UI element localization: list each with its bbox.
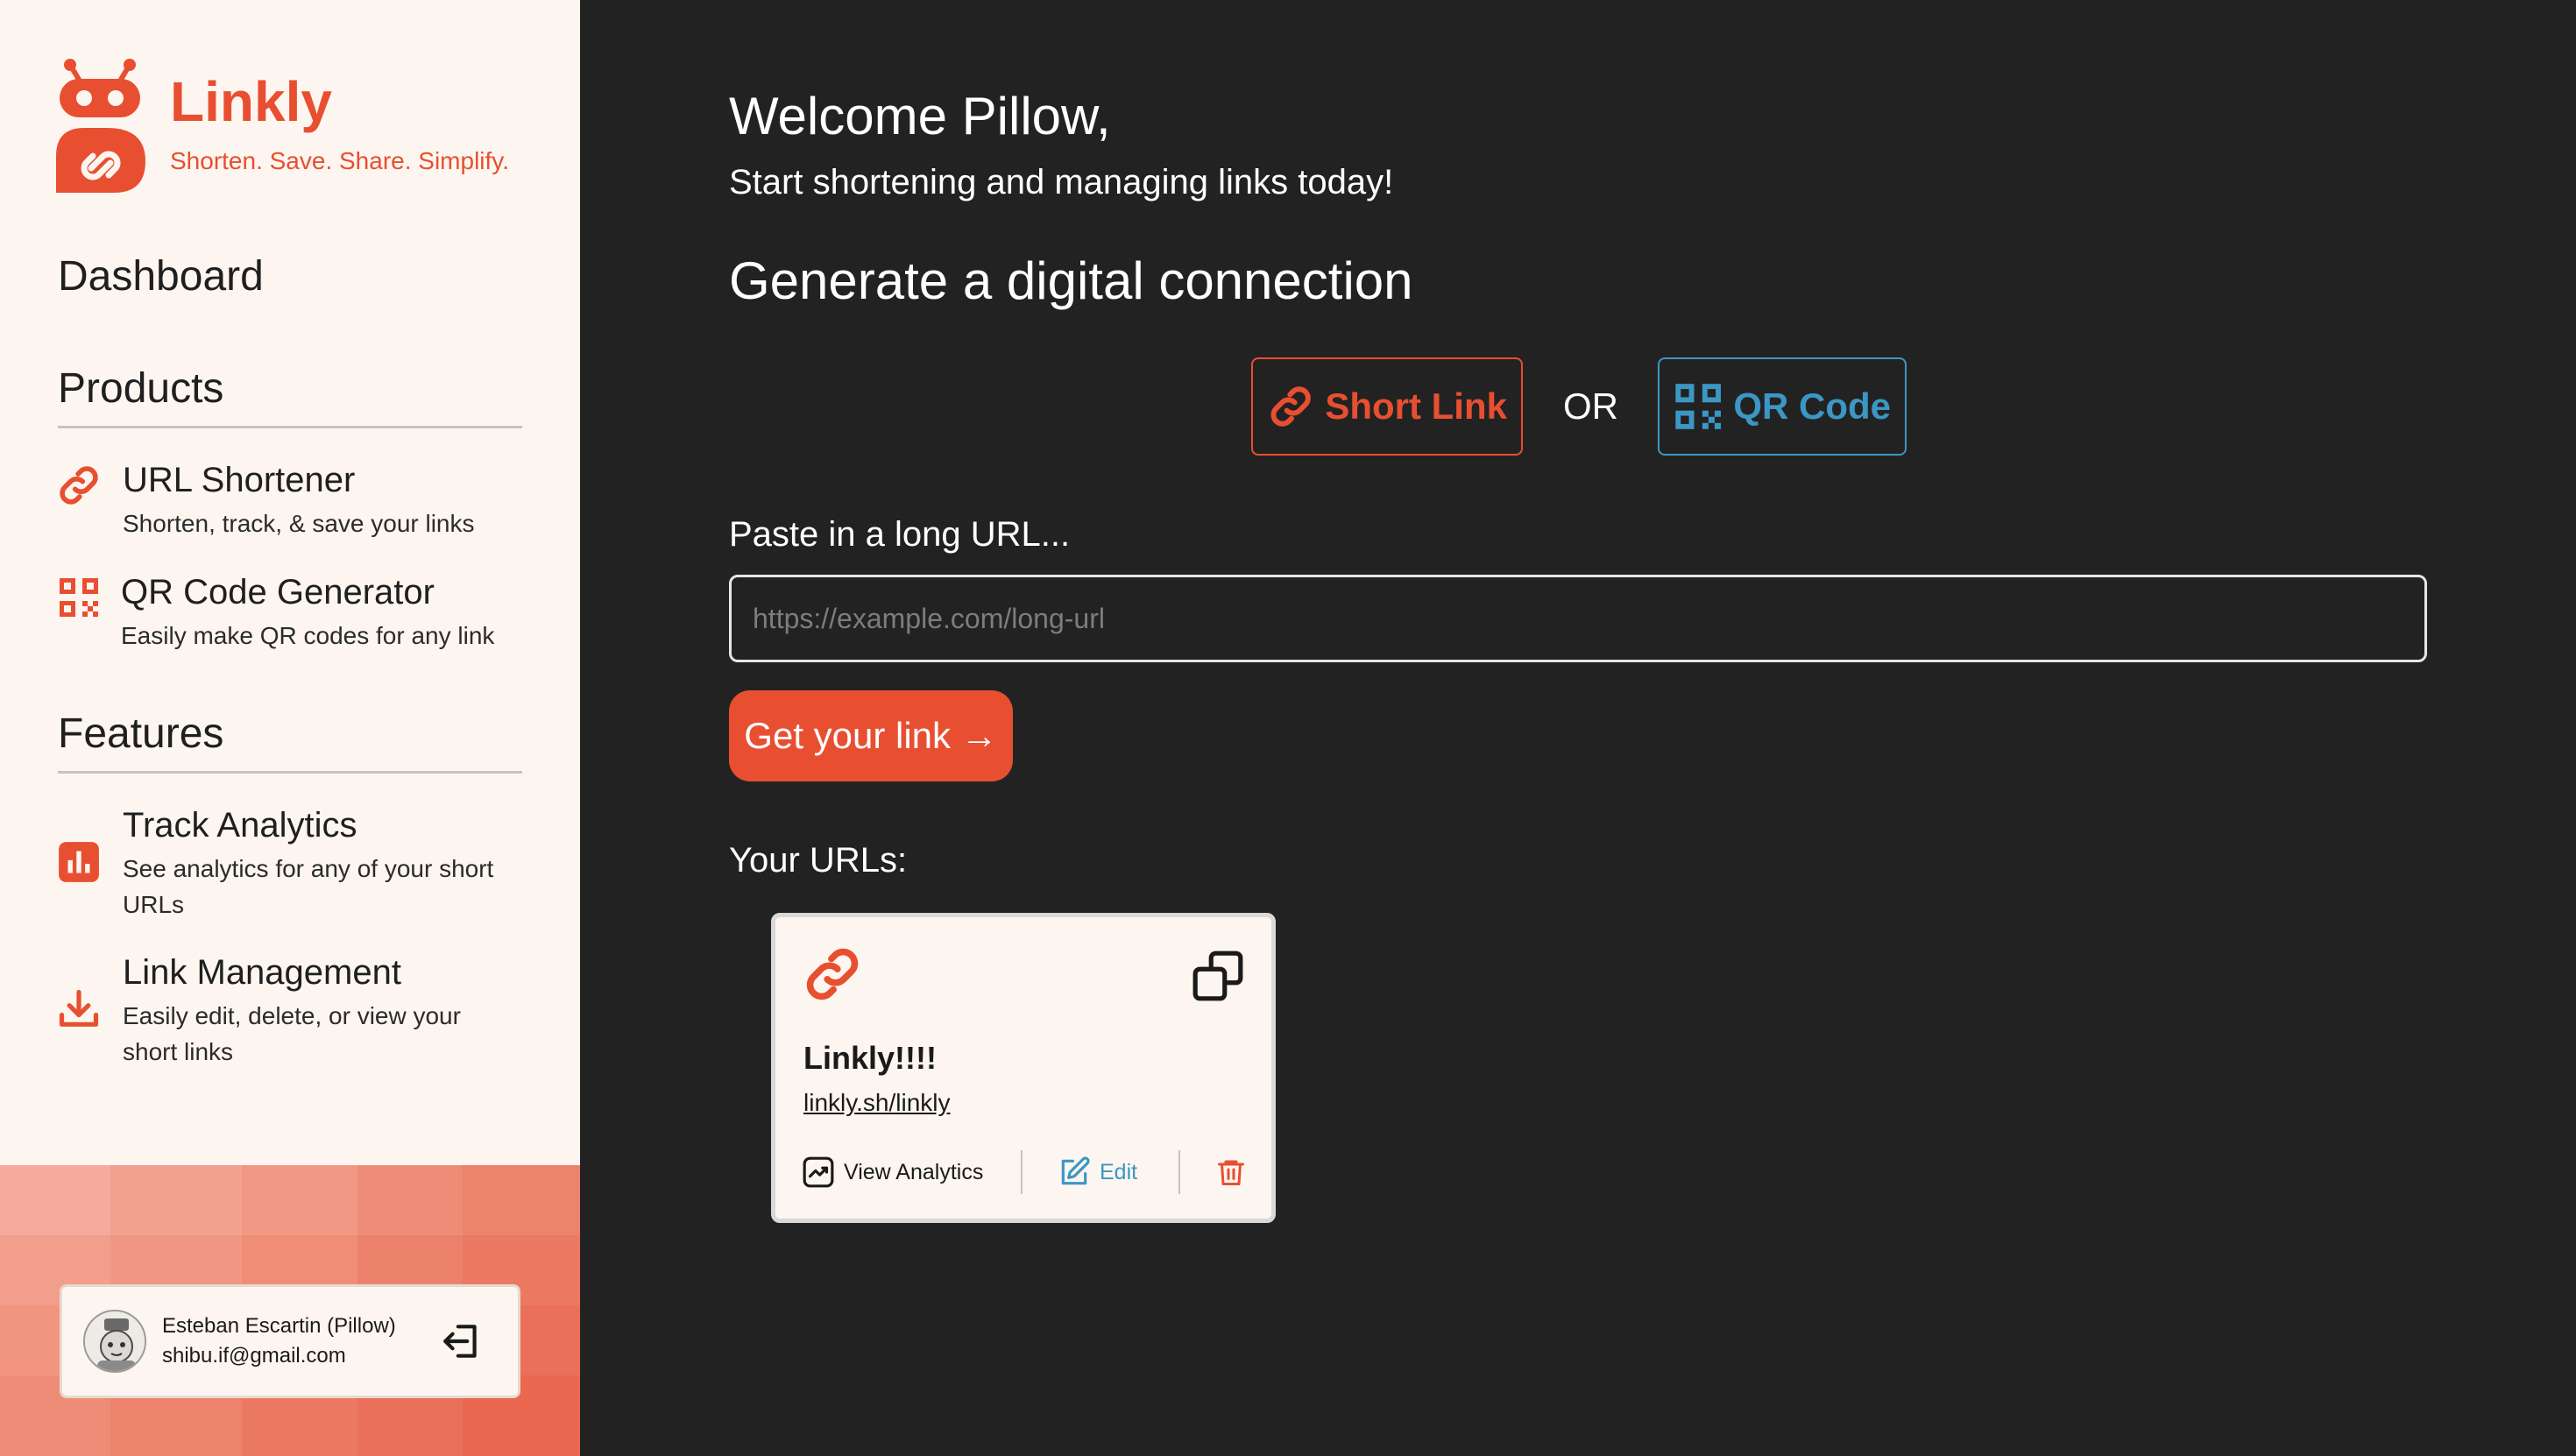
qr-code-icon xyxy=(1675,384,1721,429)
sidebar: Linkly Shorten. Save. Share. Simplify. D… xyxy=(0,0,580,1456)
main-content: Welcome Pillow, Start shortening and man… xyxy=(580,0,2576,1456)
short-link-toggle[interactable]: Short Link xyxy=(1251,357,1523,456)
features-heading: Features xyxy=(58,710,224,757)
nav-item-title: QR Code Generator xyxy=(121,573,435,611)
link-icon xyxy=(806,948,859,1000)
url-title: Linkly!!!! xyxy=(803,1040,937,1076)
nav-item-track-analytics[interactable]: Track Analytics See analytics for any of… xyxy=(54,806,545,922)
download-icon xyxy=(54,985,103,1034)
copy-icon[interactable] xyxy=(1191,949,1245,1003)
nav-item-desc: Easily edit, delete, or view your short … xyxy=(123,1002,461,1065)
nav-item-title: Track Analytics xyxy=(123,806,357,845)
your-urls-heading: Your URLs: xyxy=(729,841,908,880)
nav-item-title: URL Shortener xyxy=(123,461,356,499)
nav-item-link-management[interactable]: Link Management Easily edit, delete, or … xyxy=(54,953,545,1070)
qr-code-toggle[interactable]: QR Code xyxy=(1658,357,1907,456)
generate-heading: Generate a digital connection xyxy=(729,251,1413,310)
or-separator: OR xyxy=(1563,385,1618,427)
edit-icon xyxy=(1061,1156,1090,1185)
edit-label: Edit xyxy=(1100,1159,1138,1184)
short-link-label: Short Link xyxy=(1325,385,1507,427)
trash-icon xyxy=(1218,1160,1244,1185)
features-divider xyxy=(58,771,522,774)
logout-icon[interactable] xyxy=(437,1317,486,1366)
brand-name: Linkly xyxy=(170,70,332,133)
short-url-link[interactable]: linkly.sh/linkly xyxy=(803,1089,951,1117)
analytics-icon xyxy=(803,1156,834,1188)
url-input-label: Paste in a long URL... xyxy=(729,515,1071,554)
link-icon xyxy=(54,461,103,510)
nav-item-desc: See analytics for any of your short URLs xyxy=(123,855,494,918)
welcome-subtitle: Start shortening and managing links toda… xyxy=(729,163,1394,201)
user-card: Esteban Escartin (Pillow) shibu.if@gmail… xyxy=(60,1284,520,1398)
avatar xyxy=(83,1310,146,1373)
robot-logo-icon xyxy=(56,59,145,193)
qr-code-icon xyxy=(54,573,103,622)
nav-item-desc: Easily make QR codes for any link xyxy=(121,622,495,649)
products-divider xyxy=(58,426,522,428)
bar-chart-icon xyxy=(54,838,103,887)
qr-code-label: QR Code xyxy=(1733,385,1891,427)
brand-tagline: Shorten. Save. Share. Simplify. xyxy=(170,147,509,174)
nav-dashboard[interactable]: Dashboard xyxy=(58,252,264,300)
edit-button[interactable]: Edit xyxy=(1023,1156,1178,1189)
welcome-heading: Welcome Pillow, xyxy=(729,87,1111,145)
delete-button[interactable] xyxy=(1180,1156,1247,1188)
view-analytics-label: View Analytics xyxy=(844,1159,984,1184)
brand[interactable]: Linkly Shorten. Save. Share. Simplify. xyxy=(54,53,509,194)
link-icon xyxy=(1270,386,1311,427)
nav-item-desc: Shorten, track, & save your links xyxy=(123,510,475,537)
user-email: shibu.if@gmail.com xyxy=(162,1344,346,1368)
nav-item-title: Link Management xyxy=(123,953,401,992)
products-heading: Products xyxy=(58,365,224,412)
get-link-button[interactable]: Get your link → xyxy=(729,690,1013,781)
nav-item-qr-code-generator[interactable]: QR Code Generator Easily make QR codes f… xyxy=(54,573,545,654)
nav-item-url-shortener[interactable]: URL Shortener Shorten, track, & save you… xyxy=(54,461,545,542)
long-url-input[interactable] xyxy=(729,575,2427,662)
view-analytics-button[interactable]: View Analytics xyxy=(802,1156,1021,1189)
user-name: Esteban Escartin (Pillow) xyxy=(162,1314,396,1338)
url-card: Linkly!!!! linkly.sh/linkly View Analyti… xyxy=(771,913,1276,1223)
